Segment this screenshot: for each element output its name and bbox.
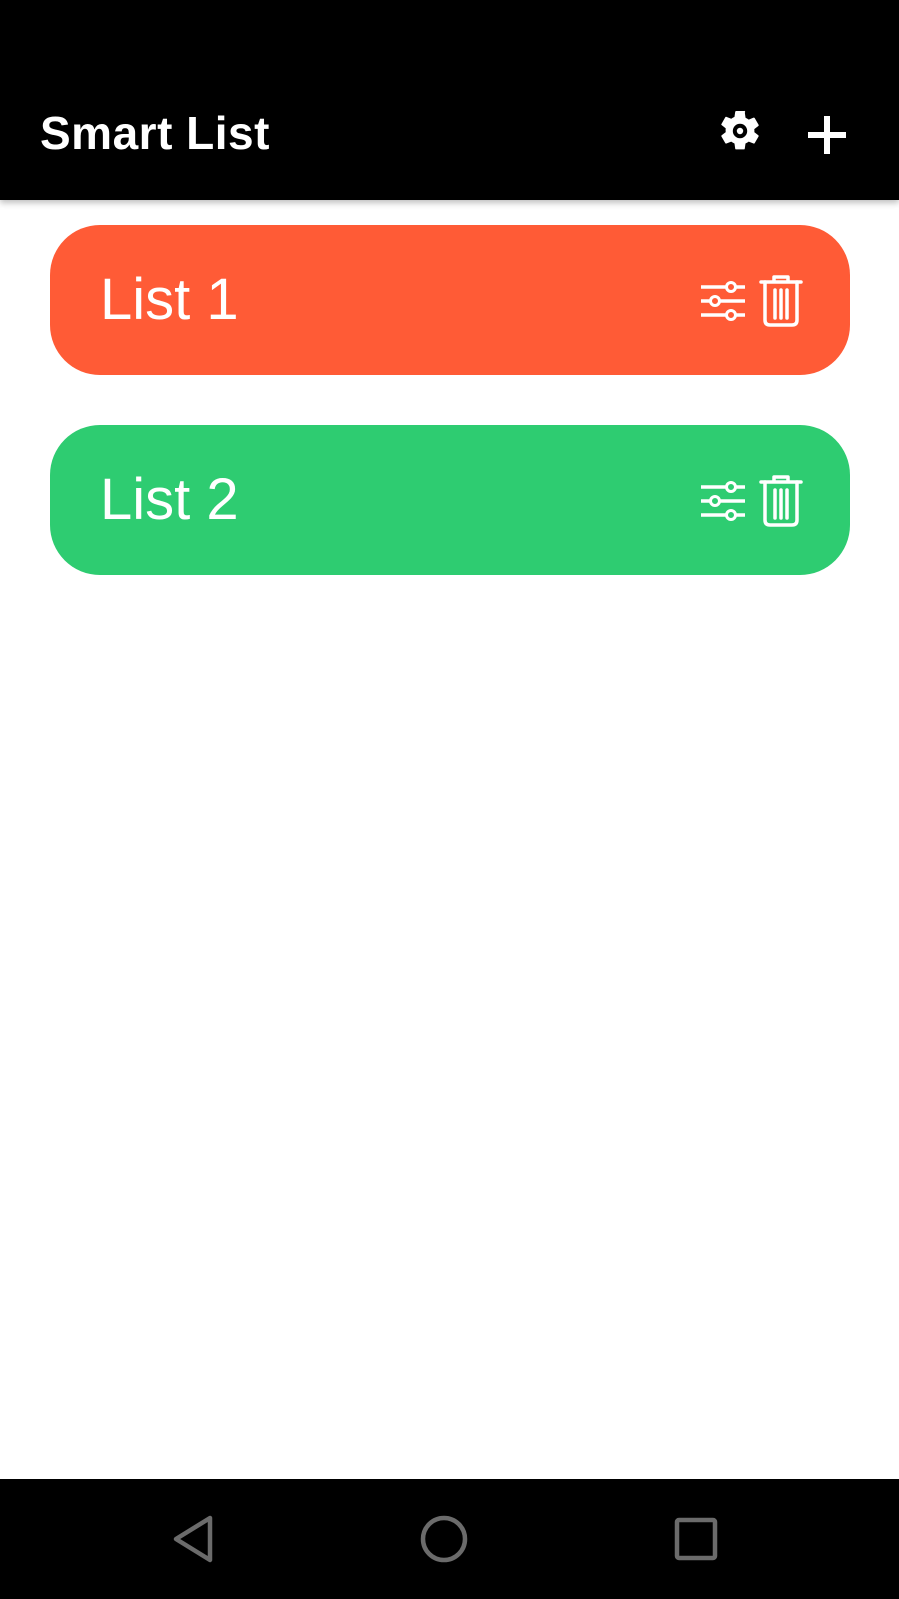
list-settings-button[interactable]	[697, 273, 749, 329]
gear-icon	[721, 110, 759, 150]
delete-list-button[interactable]	[755, 273, 807, 329]
system-nav-bar	[0, 1479, 899, 1599]
add-list-button[interactable]	[792, 100, 862, 170]
trash-icon	[759, 275, 803, 327]
settings-button[interactable]	[705, 96, 775, 166]
sliders-icon	[701, 281, 745, 321]
plus-icon	[808, 116, 846, 154]
list-settings-button[interactable]	[697, 473, 749, 529]
nav-recents-button[interactable]	[658, 1501, 734, 1577]
app-title: Smart List	[40, 107, 270, 159]
delete-list-button[interactable]	[755, 473, 807, 529]
home-icon	[420, 1515, 468, 1563]
trash-icon	[759, 475, 803, 527]
recents-icon	[674, 1517, 718, 1561]
app-bar: Smart List	[0, 0, 899, 200]
screen: Smart List List 1 List 2	[0, 0, 899, 1599]
back-icon	[173, 1515, 213, 1563]
lists-container: List 1 List 2	[50, 225, 850, 625]
list-name: List 2	[100, 467, 239, 532]
list-card[interactable]: List 2	[50, 425, 850, 575]
list-card[interactable]: List 1	[50, 225, 850, 375]
sliders-icon	[701, 481, 745, 521]
nav-back-button[interactable]	[155, 1501, 231, 1577]
nav-home-button[interactable]	[406, 1501, 482, 1577]
list-name: List 1	[100, 267, 239, 332]
